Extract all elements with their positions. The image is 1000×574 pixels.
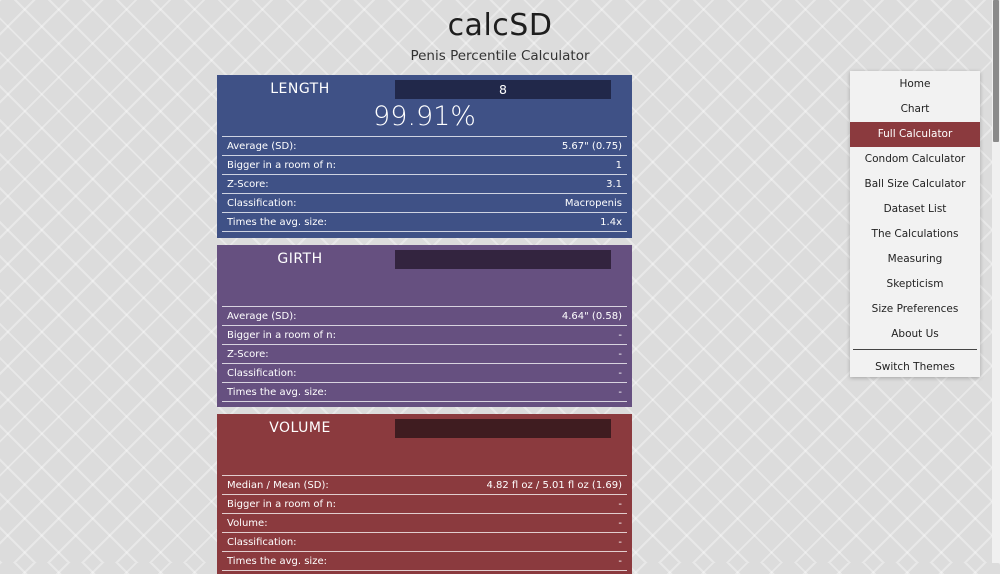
volume-stat-row: Bigger in a room of n: -	[222, 494, 627, 513]
stat-label: Bigger in a room of n:	[227, 159, 336, 171]
length-stat-row: Average (SD): 5.67" (0.75)	[222, 136, 627, 155]
nav-item-size-preferences[interactable]: Size Preferences	[850, 297, 980, 322]
nav-item-condom-calculator[interactable]: Condom Calculator	[850, 147, 980, 172]
length-panel: LENGTH 99.91% Average (SD): 5.67" (0.75) …	[217, 75, 632, 238]
girth-stat-row: Classification: -	[222, 363, 627, 382]
length-stats: Average (SD): 5.67" (0.75) Bigger in a ro…	[222, 136, 627, 232]
nav-item-home[interactable]: Home	[850, 72, 980, 97]
stat-value: -	[618, 329, 622, 341]
girth-stat-row: Times the avg. size: -	[222, 382, 627, 402]
girth-stat-row: Bigger in a room of n: -	[222, 325, 627, 344]
stat-value: 4.64" (0.58)	[561, 310, 622, 322]
length-stat-row: Times the avg. size: 1.4x	[222, 212, 627, 232]
volume-stats: Median / Mean (SD): 4.82 fl oz / 5.01 fl …	[222, 475, 627, 571]
site-subtitle: Penis Percentile Calculator	[410, 48, 590, 64]
volume-stat-row: Volume: -	[222, 513, 627, 532]
stat-label: Z-Score:	[227, 178, 269, 190]
nav-item-skepticism[interactable]: Skepticism	[850, 272, 980, 297]
volume-stat-row: Times the avg. size: -	[222, 551, 627, 571]
stat-label: Z-Score:	[227, 348, 269, 360]
nav-item-ball-size-calculator[interactable]: Ball Size Calculator	[850, 172, 980, 197]
stat-label: Average (SD):	[227, 140, 297, 152]
nav-item-dataset-list[interactable]: Dataset List	[850, 197, 980, 222]
scrollbar-thumb[interactable]	[993, 0, 999, 142]
volume-stat-row: Median / Mean (SD): 4.82 fl oz / 5.01 fl …	[222, 475, 627, 494]
stat-value: 3.1	[606, 178, 622, 190]
nav-item-full-calculator[interactable]: Full Calculator	[850, 122, 980, 147]
volume-input[interactable]	[395, 419, 611, 438]
stat-label: Classification:	[227, 367, 297, 379]
stat-label: Times the avg. size:	[227, 216, 327, 228]
switch-themes-button[interactable]: Switch Themes	[850, 355, 980, 380]
site-title: calcSD	[447, 8, 553, 43]
length-stat-row: Classification: Macropenis	[222, 193, 627, 212]
stat-value: -	[618, 536, 622, 548]
length-stat-row: Bigger in a room of n: 1	[222, 155, 627, 174]
nav-item-chart[interactable]: Chart	[850, 97, 980, 122]
stat-label: Bigger in a room of n:	[227, 329, 336, 341]
stat-value: -	[618, 498, 622, 510]
volume-stat-row: Classification: -	[222, 532, 627, 551]
volume-panel-header: VOLUME	[217, 414, 632, 474]
stat-value: -	[618, 517, 622, 529]
stat-value: 1	[615, 159, 622, 171]
girth-panel: GIRTH Average (SD): 4.64" (0.58) Bigger i…	[217, 245, 632, 407]
nav-item-measuring[interactable]: Measuring	[850, 247, 980, 272]
stat-label: Classification:	[227, 536, 297, 548]
nav-item-the-calculations[interactable]: The Calculations	[850, 222, 980, 247]
stat-label: Bigger in a room of n:	[227, 498, 336, 510]
length-input[interactable]	[395, 80, 611, 99]
stat-label: Median / Mean (SD):	[227, 479, 329, 491]
girth-input[interactable]	[395, 250, 611, 269]
stat-value: -	[618, 367, 622, 379]
stat-value: -	[618, 386, 622, 398]
girth-stats: Average (SD): 4.64" (0.58) Bigger in a ro…	[222, 306, 627, 402]
nav-divider	[853, 349, 977, 350]
stat-label: Volume:	[227, 517, 268, 529]
stat-value: -	[618, 555, 622, 567]
stat-value: -	[618, 348, 622, 360]
stat-label: Classification:	[227, 197, 297, 209]
stat-label: Times the avg. size:	[227, 555, 327, 567]
nav-menu: Home Chart Full Calculator Condom Calcul…	[850, 71, 980, 377]
scrollbar[interactable]	[992, 0, 1000, 563]
girth-stat-row: Average (SD): 4.64" (0.58)	[222, 306, 627, 325]
stat-value: 4.82 fl oz / 5.01 fl oz (1.69)	[486, 479, 622, 491]
volume-panel: VOLUME Median / Mean (SD): 4.82 fl oz / 5…	[217, 414, 632, 574]
girth-stat-row: Z-Score: -	[222, 344, 627, 363]
stat-label: Times the avg. size:	[227, 386, 327, 398]
length-percentile: 99.91%	[373, 101, 476, 132]
stat-value: 5.67" (0.75)	[561, 140, 622, 152]
length-label: LENGTH	[270, 81, 330, 97]
length-stat-row: Z-Score: 3.1	[222, 174, 627, 193]
girth-label: GIRTH	[277, 251, 323, 267]
stat-value: 1.4x	[600, 216, 622, 228]
stat-label: Average (SD):	[227, 310, 297, 322]
girth-panel-header: GIRTH	[217, 245, 632, 305]
nav-item-about-us[interactable]: About Us	[850, 322, 980, 347]
stat-value: Macropenis	[564, 197, 622, 209]
volume-label: VOLUME	[269, 420, 331, 436]
